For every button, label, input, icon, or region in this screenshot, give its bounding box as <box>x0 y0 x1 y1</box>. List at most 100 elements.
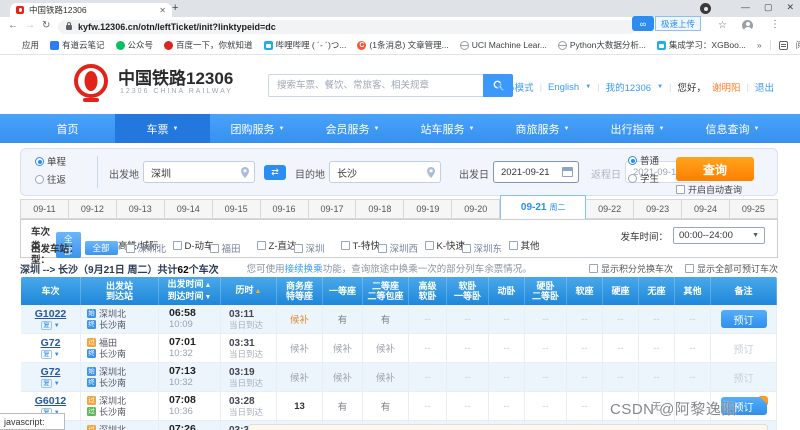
bookmarks-overflow-chevron[interactable]: » <box>757 40 762 50</box>
column-header-二等座[interactable]: 二等座二等包座 <box>363 277 409 305</box>
column-header-商务座[interactable]: 商务座特等座 <box>277 277 323 305</box>
url-text[interactable]: kyfw.12306.cn/otn/leftTicket/init?linkty… <box>78 22 276 32</box>
trip-type-往返[interactable]: 往返 <box>35 172 66 186</box>
maximize-button[interactable]: ▢ <box>764 2 773 13</box>
train-number-link[interactable]: G72 <box>41 366 61 378</box>
train-number-link[interactable]: G72 <box>41 337 61 349</box>
username-link[interactable]: 谢明阳 <box>712 80 741 94</box>
seat-cell[interactable]: 候补 <box>323 363 363 391</box>
nav-item-信息查询[interactable]: 信息查询▼ <box>685 114 780 143</box>
depart-station-option-深圳[interactable]: 深圳 <box>294 241 378 255</box>
seat-cell[interactable]: 候补 <box>323 334 363 362</box>
nav-item-车票[interactable]: 车票▼ <box>115 114 210 143</box>
bookmark-star-icon[interactable]: ☆ <box>718 20 727 31</box>
from-input[interactable]: 深圳 <box>143 161 255 183</box>
bookmark-item[interactable]: 有道云笔记 <box>50 39 105 51</box>
column-header-硬卧[interactable]: 硬卧二等卧 <box>525 277 567 305</box>
bookmark-item[interactable]: Python大数据分析... <box>558 39 646 51</box>
close-button[interactable]: ✕ <box>786 2 794 13</box>
depart-station-option-深圳东[interactable]: 深圳东 <box>462 241 546 255</box>
seat-cell[interactable]: 候补 <box>363 334 409 362</box>
query-button[interactable]: 查询 <box>676 157 754 181</box>
bookmark-item[interactable]: C(1条消息) 文章管理... <box>357 39 448 51</box>
column-header-车次[interactable]: 车次 <box>21 277 81 305</box>
expand-caret-icon[interactable]: ▼ <box>54 381 60 387</box>
care-mode-link[interactable]: 爱心模式 <box>496 80 534 94</box>
date-tab-09-19[interactable]: 09-19 <box>404 199 452 219</box>
netdisk-extension-popup[interactable]: ∞ 极速上传 <box>632 16 701 31</box>
date-tab-09-23[interactable]: 09-23 <box>634 199 682 219</box>
date-tab-09-12[interactable]: 09-12 <box>69 199 117 219</box>
swap-stations-icon[interactable]: ⇄ <box>264 165 286 180</box>
passenger-type-学生[interactable]: 学生 <box>628 171 659 185</box>
minimize-button[interactable]: — <box>741 2 750 13</box>
reading-list-label[interactable]: 阅读清单 <box>796 39 800 51</box>
depart-time-select[interactable]: 00:00--24:00 ▼ <box>673 227 765 244</box>
netdisk-cloud-icon[interactable]: ∞ <box>632 16 654 31</box>
expand-caret-icon[interactable]: ▼ <box>54 352 60 358</box>
checkbox-icon[interactable] <box>210 244 219 253</box>
expand-caret-icon[interactable]: ▼ <box>54 323 60 329</box>
date-tab-09-20[interactable]: 09-20 <box>452 199 500 219</box>
date-tab-09-11[interactable]: 09-11 <box>20 199 69 219</box>
url-omnibox[interactable]: kyfw.12306.cn/otn/leftTicket/init?linkty… <box>58 20 636 34</box>
new-tab-button[interactable]: + <box>172 2 178 14</box>
back-icon[interactable]: ← <box>8 20 18 31</box>
language-link[interactable]: English <box>548 82 579 93</box>
date-tab-09-24[interactable]: 09-24 <box>682 199 730 219</box>
column-header-一等座[interactable]: 一等座 <box>323 277 363 305</box>
book-button[interactable]: 预订 <box>721 310 767 328</box>
to-input[interactable]: 长沙 <box>329 161 441 183</box>
date-tab-09-21[interactable]: 09-21周二 <box>500 195 586 219</box>
date-tab-09-15[interactable]: 09-15 <box>213 199 261 219</box>
checkbox-icon[interactable] <box>126 244 135 253</box>
reload-icon[interactable]: ↻ <box>42 20 50 31</box>
column-header-软卧[interactable]: 软卧一等卧 <box>447 277 489 305</box>
forward-icon[interactable]: → <box>25 20 35 31</box>
browser-tab[interactable]: 中国铁路12306 ✕ <box>10 3 172 17</box>
sort-arrow-icon[interactable]: ▲ <box>255 288 262 295</box>
search-input[interactable] <box>268 74 483 97</box>
browser-menu-icon[interactable]: ⋮ <box>770 19 780 30</box>
train-number-link[interactable]: G6012 <box>35 395 67 407</box>
depart-station-option-福田[interactable]: 福田 <box>210 241 294 255</box>
logout-link[interactable]: 退出 <box>755 80 774 94</box>
checkbox-icon[interactable] <box>685 264 694 273</box>
seat-cell[interactable]: 候补 <box>363 363 409 391</box>
checkbox-icon[interactable] <box>294 244 303 253</box>
checkbox-icon[interactable] <box>676 185 685 194</box>
date-tab-09-16[interactable]: 09-16 <box>261 199 309 219</box>
column-header-出发时间[interactable]: 出发时间▲到达时间▼ <box>159 277 221 305</box>
column-header-硬座[interactable]: 硬座 <box>603 277 639 305</box>
date-tab-09-18[interactable]: 09-18 <box>356 199 404 219</box>
seat-cell[interactable]: 候补 <box>277 305 323 333</box>
depart-station-option-深圳北[interactable]: 深圳北 <box>126 241 210 255</box>
sort-arrow-icon[interactable]: ▼ <box>205 294 212 301</box>
auto-query-checkbox[interactable]: 开启自动查询 <box>676 183 742 196</box>
tab-close-icon[interactable]: ✕ <box>159 6 166 15</box>
my12306-link[interactable]: 我的12306 <box>606 80 651 94</box>
bookmark-item[interactable]: 集成学习：XGBoo... <box>657 39 746 51</box>
seat-cell[interactable]: 候补 <box>277 334 323 362</box>
date-tab-09-25[interactable]: 09-25 <box>730 199 778 219</box>
nav-item-商旅服务[interactable]: 商旅服务▼ <box>495 114 590 143</box>
nav-item-站车服务[interactable]: 站车服务▼ <box>400 114 495 143</box>
trip-type-单程[interactable]: 单程 <box>35 154 66 168</box>
all-bookable-checkbox[interactable]: 显示全部可预订车次 <box>685 262 778 275</box>
column-header-无座[interactable]: 无座 <box>639 277 675 305</box>
sort-arrow-icon[interactable]: ▲ <box>205 282 212 289</box>
column-header-出发站[interactable]: 出发站到达站 <box>81 277 159 305</box>
radio-icon[interactable] <box>628 174 637 183</box>
bookmark-item[interactable]: 公众号 <box>116 39 154 51</box>
checkbox-icon[interactable] <box>589 264 598 273</box>
column-header-动卧[interactable]: 动卧 <box>489 277 525 305</box>
bookmark-item[interactable]: 哔哩哔哩 ( ´- ´)つ... <box>264 39 347 51</box>
depart-station-all-button[interactable]: 全部 <box>85 241 118 255</box>
bookmark-item[interactable]: 百度一下，你就知道 <box>164 39 253 51</box>
radio-icon[interactable] <box>35 175 44 184</box>
column-header-软座[interactable]: 软座 <box>567 277 603 305</box>
date-tab-09-22[interactable]: 09-22 <box>586 199 634 219</box>
seat-cell[interactable]: 候补 <box>277 363 323 391</box>
bookmark-item[interactable]: 应用 <box>10 39 39 51</box>
date-tab-09-17[interactable]: 09-17 <box>309 199 357 219</box>
